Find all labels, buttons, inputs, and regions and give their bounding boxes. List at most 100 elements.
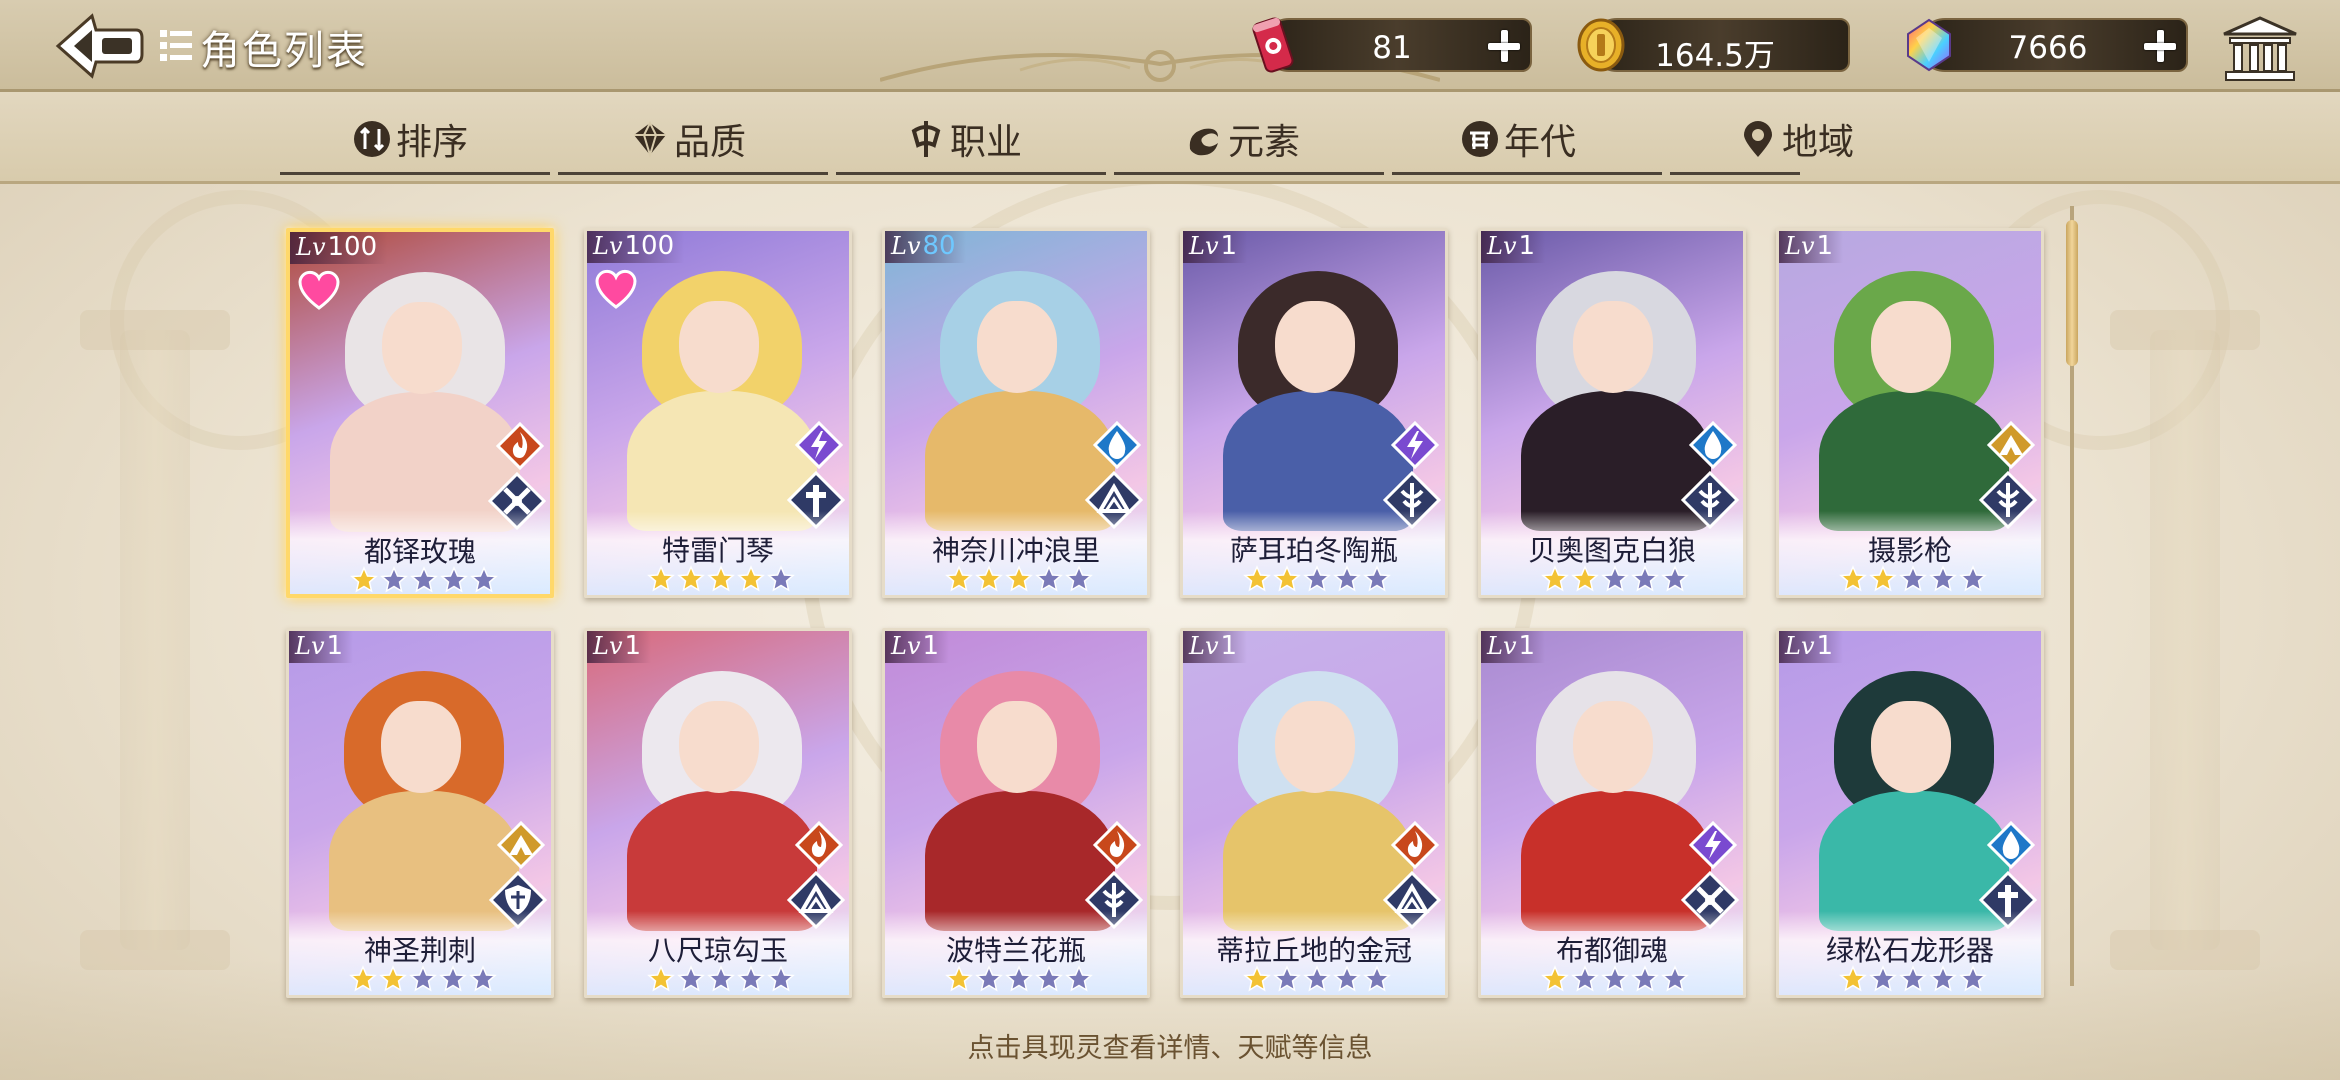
character-name: 布都御魂 [1555,934,1668,967]
earth-element-icon [1986,420,2036,470]
character-card[interactable]: Lv 100 都铎玫瑰 [286,228,554,598]
level-value: 1 [624,631,642,661]
level-prefix: Lv [1487,232,1517,260]
star-filled-icon [1005,565,1033,593]
character-card[interactable]: Lv 1 蒂拉丘地的金冠 [1180,628,1448,998]
level-value: 1 [1816,631,1834,661]
star-empty-icon [1035,965,1063,993]
star-rating [1839,965,1987,995]
fire-element-icon [495,421,545,471]
star-empty-icon [1631,565,1659,593]
tab-quality[interactable]: 品质 [630,114,746,164]
tab-element[interactable]: 元素 [1184,114,1300,164]
thunder-element-icon [1688,820,1738,870]
museum-button[interactable] [2220,14,2300,84]
heart-icon [595,269,637,309]
star-empty-icon [1631,965,1659,993]
star-empty-icon [1065,965,1093,993]
back-button[interactable] [52,10,144,82]
star-empty-icon [1333,965,1361,993]
level-value: 100 [327,232,378,262]
star-empty-icon [1661,965,1689,993]
gem-counter: 7666 [1907,18,2188,72]
star-filled-icon [349,965,377,993]
character-card[interactable]: Lv 1 布都御魂 [1478,628,1746,998]
level-prefix: Lv [593,232,623,260]
star-rating [945,965,1093,995]
level-value: 1 [1518,231,1536,261]
character-name: 都铎玫瑰 [363,535,476,568]
star-filled-icon [647,965,675,993]
level-value: 100 [624,231,675,261]
museum-icon [2223,16,2297,81]
scrollbar-thumb[interactable] [2066,220,2078,366]
character-card[interactable]: Lv 1 八尺琼勾玉 [584,628,852,998]
level-badge: Lv 1 [1183,631,1248,663]
level-badge: Lv 1 [1779,231,1844,263]
star-rating [647,565,795,595]
footer-tip: 点击具现灵查看详情、天赋等信息 [967,1033,1373,1064]
star-empty-icon [1363,965,1391,993]
tab-sort[interactable]: 排序 [352,114,468,164]
star-filled-icon [1839,565,1867,593]
gold-counter: 164.5万 [1577,18,1850,74]
character-card[interactable]: Lv 1 贝奥图克白狼 [1478,228,1746,598]
character-card[interactable]: Lv 80 神奈川冲浪里 [882,228,1150,598]
heart-icon [298,270,340,310]
character-card[interactable]: Lv 1 萨耳珀冬陶瓶 [1180,228,1448,598]
right-pillar-base [2110,930,2260,970]
character-card[interactable]: Lv 1 神圣荆刺 [286,628,554,998]
star-filled-icon [1839,965,1867,993]
star-empty-icon [409,965,437,993]
star-rating [945,565,1093,595]
fire-element-icon [1390,820,1440,870]
character-name: 八尺琼勾玉 [647,934,788,967]
thunder-element-icon [1390,420,1440,470]
level-value: 1 [1220,231,1238,261]
character-name: 萨耳珀冬陶瓶 [1229,534,1398,567]
star-empty-icon [1899,565,1927,593]
character-name: 神圣荆刺 [363,934,476,967]
star-empty-icon [1929,565,1957,593]
character-name: 神奈川冲浪里 [931,534,1100,567]
star-rating [1839,565,1987,595]
water-element-icon [1688,420,1738,470]
tab-quality-label: 品质 [674,122,747,163]
tab-class[interactable]: 职业 [906,114,1022,164]
star-rating [1541,565,1689,595]
level-prefix: Lv [1487,632,1517,660]
level-badge: Lv 100 [587,231,685,263]
character-name: 特雷门琴 [661,534,774,567]
water-element-icon [1092,420,1142,470]
list-icon [160,30,192,61]
character-card[interactable]: Lv 1 摄影枪 [1776,228,2044,598]
era-icon [1462,121,1498,157]
star-empty-icon [1303,965,1331,993]
level-value: 80 [922,231,956,261]
tab-era[interactable]: 年代 [1460,114,1576,164]
star-rating [1243,965,1391,995]
location-pin-icon [1744,121,1772,157]
character-card[interactable]: Lv 100 特雷门琴 [584,228,852,598]
star-empty-icon [1035,565,1063,593]
level-badge: Lv 1 [1183,231,1248,263]
tab-era-label: 年代 [1504,122,1577,163]
character-card[interactable]: Lv 1 绿松石龙形器 [1776,628,2044,998]
energy-can-icon [1252,17,1294,73]
level-badge: Lv 1 [1481,231,1546,263]
top-bar: 角色列表 81 164.5万 7666 [0,0,2340,92]
tab-location-label: 地域 [1782,122,1855,163]
star-empty-icon [1601,565,1629,593]
character-card[interactable]: Lv 1 波特兰花瓶 [882,628,1150,998]
tab-location[interactable]: 地域 [1738,114,1854,164]
star-rating [350,566,498,594]
level-value: 1 [326,631,344,661]
add-stamina-button[interactable] [1484,26,1524,66]
star-empty-icon [707,965,735,993]
thunder-element-icon [794,420,844,470]
level-badge: Lv 1 [1779,631,1844,663]
add-gem-button[interactable] [2140,26,2180,66]
fire-element-icon [794,820,844,870]
level-prefix: Lv [295,632,325,660]
star-empty-icon [1303,565,1331,593]
